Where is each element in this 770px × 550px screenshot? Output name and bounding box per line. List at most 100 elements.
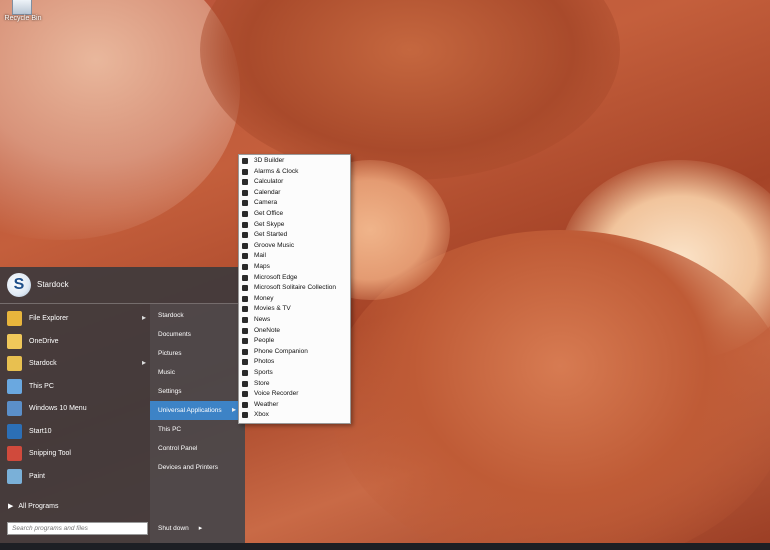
program-item[interactable]: File Explorer ▸ [4, 308, 150, 330]
places-item[interactable]: Music [150, 363, 245, 382]
app-label: Movies & TV [254, 305, 291, 313]
universal-apps-submenu: 3D Builder Alarms & Clock Calculator Calend… [238, 154, 351, 424]
program-item[interactable]: Stardock ▸ [4, 353, 150, 375]
program-item[interactable]: Snipping Tool [4, 443, 150, 465]
app-item[interactable]: Microsoft Edge [239, 273, 350, 284]
app-item[interactable]: Movies & TV [239, 304, 350, 315]
app-label: Calculator [254, 178, 284, 186]
app-item[interactable]: 3D Builder [239, 156, 350, 167]
app-item[interactable]: Xbox [239, 410, 350, 421]
places-item[interactable]: Documents [150, 325, 245, 344]
program-item[interactable]: This PC [4, 376, 150, 398]
app-item[interactable]: Calendar [239, 188, 350, 199]
places-item[interactable]: Universal Applications ▸ [150, 401, 245, 420]
stardock-logo-icon: S [7, 273, 31, 297]
windows-menu-icon [7, 401, 22, 416]
edge-icon [242, 274, 248, 281]
places-item[interactable]: Control Panel [150, 439, 245, 458]
places-item[interactable]: Pictures [150, 344, 245, 363]
app-label: Get Office [254, 210, 284, 217]
places-item[interactable]: Settings [150, 382, 245, 401]
chevron-right-icon[interactable]: ▸ [199, 525, 203, 532]
mail-icon [242, 253, 248, 260]
recycle-bin-icon [12, 0, 32, 15]
places-item[interactable]: Devices and Printers [150, 458, 245, 477]
app-item[interactable]: Get Skype [239, 220, 350, 231]
app-label: Get Started [254, 231, 288, 239]
app-label: Money [254, 294, 274, 302]
chevron-right-icon: ▸ [232, 405, 237, 414]
program-item[interactable]: OneDrive [4, 331, 150, 353]
app-item[interactable]: Phone Companion [239, 347, 350, 358]
recycle-bin-label: Recycle Bin [4, 15, 42, 22]
app-item[interactable]: Camera [239, 198, 350, 209]
start10-icon [7, 423, 22, 439]
chevron-right-icon[interactable]: ▸ [142, 358, 146, 367]
app-label: News [254, 316, 271, 323]
app-item[interactable]: Groove Music [239, 241, 350, 252]
app-label: Camera [254, 199, 278, 207]
places-label: Pictures [158, 350, 182, 357]
start-menu: S Stardock File Explorer ▸ OneDrive Stardoc… [0, 267, 245, 543]
program-item[interactable]: Paint [4, 466, 150, 488]
program-label: Start10 [29, 427, 52, 435]
places-label: Music [158, 369, 175, 376]
camera-icon [242, 200, 248, 207]
app-label: People [254, 337, 275, 345]
chevron-right-icon[interactable]: ▸ [142, 313, 146, 322]
app-item[interactable]: News [239, 315, 350, 326]
app-label: Voice Recorder [254, 390, 299, 398]
paint-icon [7, 468, 22, 484]
shutdown-button[interactable]: Shut down ▸ [158, 524, 202, 532]
app-item[interactable]: Sports [239, 368, 350, 379]
app-item[interactable]: OneNote [239, 326, 350, 337]
app-label: Mail [254, 252, 266, 260]
app-item[interactable]: People [239, 336, 350, 347]
calculator-icon [242, 179, 248, 186]
program-item[interactable]: Start10 [4, 421, 150, 443]
computer-icon [7, 378, 22, 394]
app-label: Phone Companion [254, 347, 308, 355]
app-label: Calendar [254, 188, 281, 196]
phone-icon [242, 348, 248, 355]
program-label: This PC [29, 382, 54, 390]
program-label: OneDrive [29, 337, 59, 345]
recycle-bin-shortcut[interactable]: Recycle Bin [0, 0, 46, 30]
places-list: Stardock Documents Pictures Music Settings Un… [150, 304, 245, 543]
microphone-icon [242, 391, 248, 398]
people-icon [242, 338, 248, 345]
start-menu-header: S Stardock [0, 267, 245, 304]
app-item[interactable]: Maps [239, 262, 350, 273]
music-icon [242, 242, 248, 249]
app-item[interactable]: Photos [239, 357, 350, 368]
places-item[interactable]: Stardock [150, 306, 245, 325]
program-item[interactable]: Windows 10 Menu [4, 398, 150, 420]
folder-icon [7, 311, 22, 326]
scissors-icon [7, 446, 22, 461]
search-input[interactable] [7, 522, 148, 535]
app-label: Microsoft Edge [254, 273, 298, 281]
folder-icon [7, 356, 22, 371]
app-item[interactable]: Voice Recorder [239, 389, 350, 400]
app-item[interactable]: Money [239, 294, 350, 305]
app-item[interactable]: Microsoft Solitaire Collection [239, 283, 350, 294]
app-item[interactable]: Get Office [239, 209, 350, 220]
program-list: File Explorer ▸ OneDrive Stardock ▸ This PC Wi… [0, 304, 150, 499]
app-item[interactable]: Alarms & Clock [239, 167, 350, 178]
play-arrow-icon: ▶ [8, 503, 14, 510]
app-item[interactable]: Weather [239, 400, 350, 411]
app-label: 3D Builder [254, 157, 285, 164]
app-item[interactable]: Get Started [239, 230, 350, 241]
app-item[interactable]: Mail [239, 251, 350, 262]
app-item[interactable]: Calculator [239, 177, 350, 188]
cube-icon [242, 158, 248, 164]
app-label: Microsoft Solitaire Collection [254, 284, 337, 292]
clock-icon [242, 168, 248, 175]
app-item[interactable]: Store [239, 379, 350, 390]
places-label: Control Panel [158, 445, 198, 452]
places-label: Stardock [158, 312, 184, 319]
all-programs-button[interactable]: ▶ All Programs [8, 502, 58, 510]
program-label: Stardock [29, 360, 57, 367]
app-label: Groove Music [254, 241, 295, 249]
places-item[interactable]: This PC [150, 420, 245, 439]
